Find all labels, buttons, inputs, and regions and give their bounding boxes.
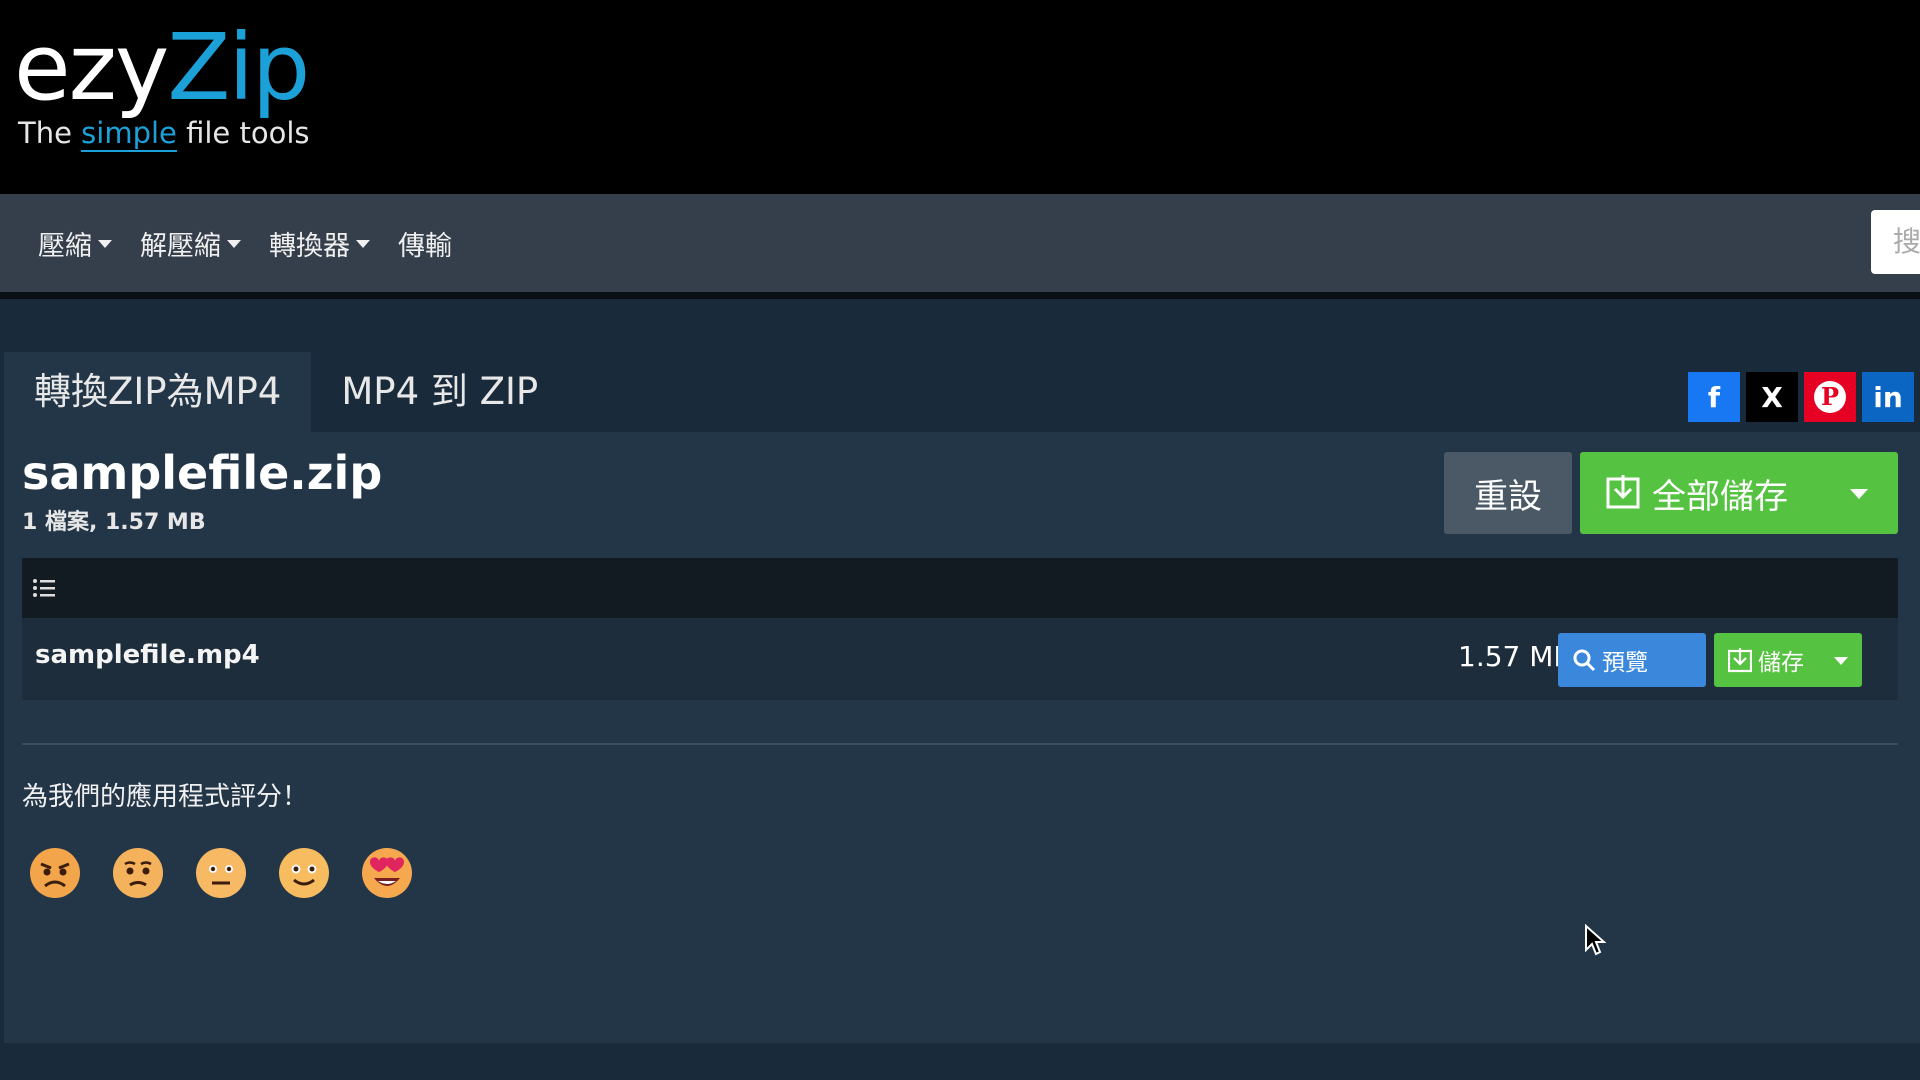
download-icon <box>1606 473 1640 513</box>
site-header: ezyZip The simple file tools <box>0 0 1920 194</box>
search-icon <box>1572 648 1596 672</box>
search-input[interactable]: 搜 <box>1871 210 1920 274</box>
chevron-down-icon[interactable] <box>1834 657 1848 665</box>
frowning-face-icon[interactable] <box>111 846 165 900</box>
save-all-button[interactable]: 全部儲存 <box>1580 452 1898 534</box>
download-icon <box>1728 647 1752 673</box>
heart-eyes-face-icon[interactable] <box>360 846 414 900</box>
x-icon: X <box>1761 380 1783 414</box>
archive-filename: samplefile.zip <box>22 446 383 500</box>
caret-down-icon <box>98 240 112 248</box>
tab-zip-to-mp4[interactable]: 轉換ZIP為MP4 <box>4 352 312 432</box>
ezyzip-logo[interactable]: ezyZip The simple file tools <box>14 18 310 152</box>
social-share: f X P in <box>1688 372 1914 422</box>
tab-mp4-to-zip[interactable]: MP4 到 ZIP <box>311 352 568 432</box>
archive-info: 1 檔案, 1.57 MB <box>22 510 206 535</box>
file-size: 1.57 MB <box>1458 640 1573 673</box>
angry-face-icon[interactable] <box>28 846 82 900</box>
save-file-button[interactable]: 儲存 <box>1714 633 1862 687</box>
nav-extract[interactable]: 解壓縮 <box>140 224 241 263</box>
rating-title: 為我們的應用程式評分！ <box>22 782 309 812</box>
file-name: samplefile.mp4 <box>35 640 260 670</box>
neutral-face-icon[interactable] <box>194 846 248 900</box>
nav-compress[interactable]: 壓縮 <box>38 224 112 263</box>
chevron-down-icon[interactable] <box>1850 489 1868 499</box>
x-share-button[interactable]: X <box>1746 372 1798 422</box>
nav-transfer[interactable]: 傳輸 <box>398 224 452 263</box>
caret-down-icon <box>227 240 241 248</box>
list-icon[interactable] <box>32 578 56 602</box>
linkedin-share-button[interactable]: in <box>1862 372 1914 422</box>
main-nav: 壓縮 解壓縮 轉換器 傳輸 <box>0 194 1920 299</box>
tab-bar: 轉換ZIP為MP4 MP4 到 ZIP <box>4 352 568 432</box>
preview-button[interactable]: 預覽 <box>1558 633 1706 687</box>
smiling-face-icon[interactable] <box>277 846 331 900</box>
pinterest-share-button[interactable]: P <box>1804 372 1856 422</box>
pinterest-icon: P <box>1814 381 1846 413</box>
logo-tagline: The simple file tools <box>18 116 310 152</box>
reset-button[interactable]: 重設 <box>1444 452 1572 534</box>
nav-converter[interactable]: 轉換器 <box>269 224 370 263</box>
table-header <box>22 558 1898 618</box>
rating-emojis <box>28 846 443 900</box>
caret-down-icon <box>356 240 370 248</box>
linkedin-icon: in <box>1873 380 1903 414</box>
facebook-share-button[interactable]: f <box>1688 372 1740 422</box>
mouse-cursor-icon <box>1585 924 1606 956</box>
divider <box>22 743 1898 745</box>
facebook-icon: f <box>1707 380 1721 414</box>
